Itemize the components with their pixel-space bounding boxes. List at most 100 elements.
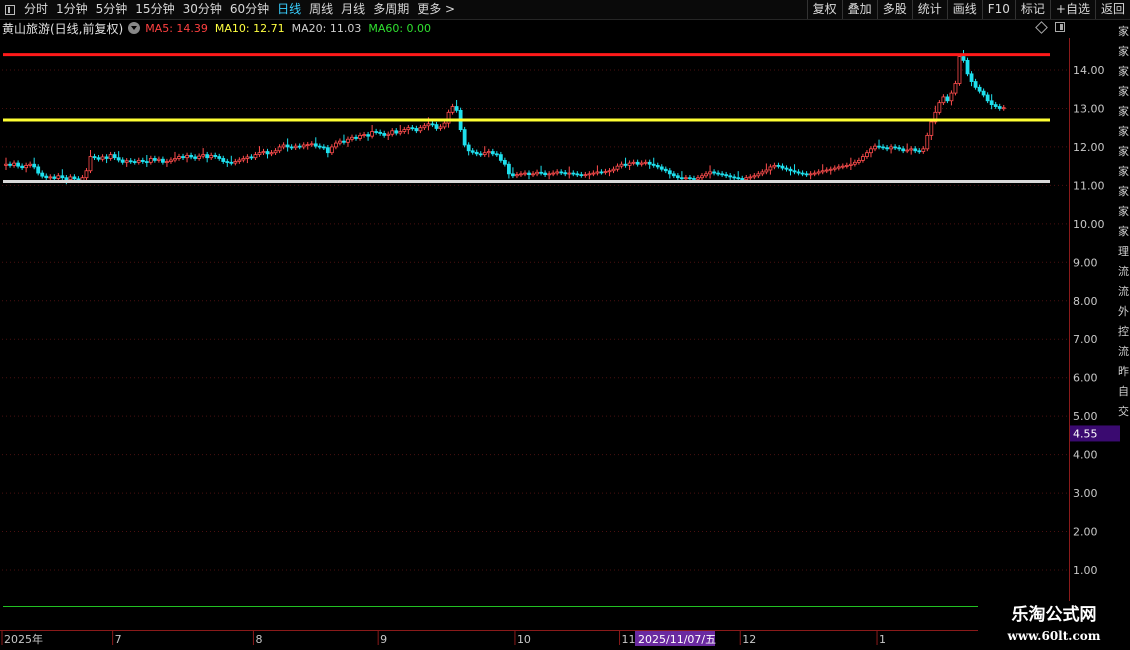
- dropdown-icon[interactable]: [128, 22, 141, 34]
- candle-body-170: [688, 177, 692, 180]
- candle-body-33: [136, 159, 141, 163]
- candle-body-73: [297, 145, 302, 148]
- strip-char-15: 控: [1118, 325, 1129, 338]
- candle-body-98: [398, 131, 403, 134]
- tool-button-7[interactable]: +自选: [1049, 0, 1095, 19]
- candle-body-97: [394, 130, 399, 134]
- candle-body-188: [760, 171, 765, 175]
- candle-body-158: [639, 162, 644, 165]
- candle-body-68: [277, 146, 282, 152]
- candle-body-175: [708, 171, 712, 175]
- candle-body-168: [679, 177, 684, 180]
- candle-body-116: [470, 150, 475, 153]
- tool-button-8[interactable]: 返回: [1094, 0, 1130, 19]
- price-tag-label: 4.55: [1073, 427, 1098, 440]
- candle-body-115: [466, 144, 471, 152]
- period-tab-6[interactable]: 日线: [273, 0, 305, 19]
- candle-body-55: [225, 161, 230, 163]
- candle-body-177: [716, 172, 720, 175]
- x-tick-label-7: 1: [879, 633, 886, 646]
- tool-button-5[interactable]: F10: [981, 0, 1015, 19]
- candle-body-79: [321, 146, 326, 149]
- tool-button-4[interactable]: 画线: [946, 0, 982, 19]
- candle-body-109: [442, 122, 447, 128]
- tool-button-3[interactable]: 统计: [911, 0, 947, 19]
- strip-char-7: 家: [1118, 165, 1129, 178]
- candle-body-164: [663, 168, 668, 172]
- candle-body-56: [229, 161, 234, 164]
- candle-body-60: [245, 156, 250, 159]
- candle-body-64: [261, 151, 266, 154]
- candle-body-1: [8, 163, 12, 166]
- candle-body-211: [852, 161, 857, 165]
- tool-button-0[interactable]: 复权: [806, 0, 842, 19]
- watermark: 乐淘公式网 www.60lt.com: [978, 601, 1130, 650]
- y-tick-label-0: 14.00: [1073, 64, 1105, 77]
- candle-body-210: [848, 163, 853, 166]
- strip-char-2: 家: [1118, 65, 1129, 78]
- candle-body-91: [370, 131, 375, 137]
- candle-body-127: [515, 174, 519, 177]
- period-tab-3[interactable]: 15分钟: [131, 0, 178, 19]
- candle-body-7: [32, 163, 37, 168]
- candle-body-38: [156, 158, 161, 161]
- diamond-icon[interactable]: [1035, 20, 1048, 34]
- candle-body-144: [583, 174, 588, 177]
- ma-label-2: MA20: 11.03: [291, 21, 362, 35]
- y-tick-label-13: 1.00: [1073, 564, 1098, 577]
- candle-body-47: [193, 156, 197, 159]
- candle-body-169: [684, 177, 688, 180]
- period-tab-9[interactable]: 多周期: [369, 0, 413, 19]
- candle-body-243: [981, 90, 986, 96]
- strip-char-16: 流: [1118, 345, 1129, 358]
- period-tab-0[interactable]: 分时: [20, 0, 52, 19]
- period-tab-10[interactable]: 更多 >: [413, 0, 459, 19]
- candle-body-162: [655, 164, 660, 168]
- candle-body-183: [740, 178, 745, 181]
- candle-body-111: [450, 106, 455, 113]
- candle-body-141: [571, 172, 576, 175]
- candle-body-96: [390, 130, 395, 135]
- panel-toggle-icon[interactable]: [1055, 22, 1065, 32]
- period-tab-1[interactable]: 1分钟: [52, 0, 92, 19]
- candle-body-54: [221, 158, 226, 162]
- candle-body-150: [607, 170, 612, 173]
- tool-button-6[interactable]: 标记: [1014, 0, 1050, 19]
- candle-body-69: [281, 144, 286, 148]
- candle-body-171: [692, 178, 696, 180]
- tool-button-2[interactable]: 多股: [876, 0, 912, 19]
- candle-body-81: [329, 146, 334, 154]
- candle-body-53: [217, 156, 222, 159]
- strip-char-9: 家: [1118, 205, 1129, 218]
- window-icon[interactable]: [5, 4, 15, 15]
- candle-body-208: [840, 165, 845, 168]
- candle-body-11: [48, 176, 53, 179]
- candle-body-226: [913, 148, 918, 152]
- strip-char-19: 交: [1118, 405, 1129, 418]
- strip-char-14: 外: [1118, 305, 1129, 318]
- period-tab-5[interactable]: 60分钟: [226, 0, 273, 19]
- candle-body-159: [643, 161, 648, 164]
- candle-body-82: [334, 142, 338, 148]
- kline-chart[interactable]: 14.0013.0012.0011.0010.009.008.007.006.0…: [0, 0, 1130, 650]
- y-tick-label-4: 10.00: [1073, 218, 1105, 231]
- candle-body-197: [796, 171, 801, 174]
- period-tab-4[interactable]: 30分钟: [179, 0, 226, 19]
- period-tabs: 分时 1分钟 5分钟 15分钟 30分钟 60分钟 日线 周线 月线 多周期 更多 >: [0, 0, 459, 19]
- period-tab-8[interactable]: 月线: [337, 0, 369, 19]
- candle-body-72: [293, 145, 298, 149]
- candle-body-34: [140, 159, 145, 162]
- candle-body-48: [197, 155, 202, 159]
- period-tab-2[interactable]: 5分钟: [92, 0, 132, 19]
- candle-body-186: [752, 175, 757, 178]
- x-tick-label-6: 12: [742, 633, 756, 646]
- candle-body-227: [917, 150, 922, 153]
- candle-body-100: [406, 127, 411, 131]
- period-tab-7[interactable]: 周线: [305, 0, 337, 19]
- candle-body-230: [929, 121, 934, 136]
- candle-body-58: [237, 159, 242, 162]
- candle-body-107: [434, 124, 439, 129]
- strip-char-5: 家: [1118, 125, 1129, 138]
- tool-button-1[interactable]: 叠加: [841, 0, 877, 19]
- candle-body-50: [205, 154, 210, 159]
